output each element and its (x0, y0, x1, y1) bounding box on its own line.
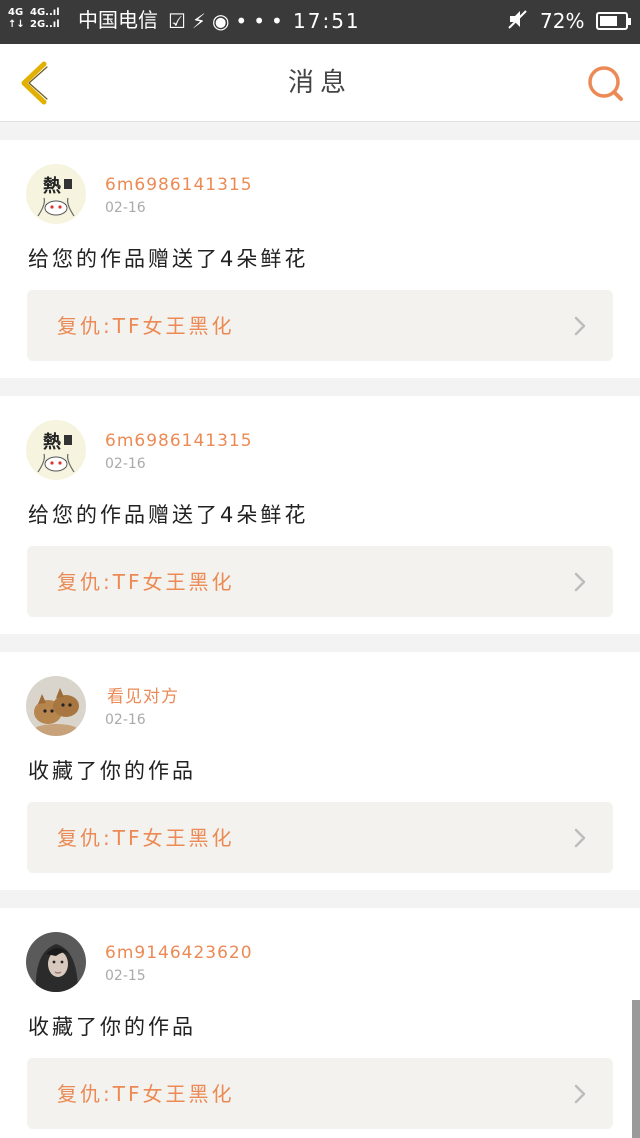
network-indicator-left: 4G ↑↓ (8, 7, 25, 31)
work-title: 复仇:TF女王黑化 (57, 1082, 235, 1106)
chevron-right-icon (574, 316, 586, 336)
work-link-button[interactable]: 复仇:TF女王黑化 (27, 290, 613, 361)
message-date: 02-16 (105, 712, 146, 728)
message-text: 给您的作品赠送了4朵鲜花 (28, 247, 309, 271)
username[interactable]: 6m6986141315 (105, 174, 253, 196)
page-title: 消息 (287, 68, 352, 98)
svg-text:熱: 熱 (43, 175, 61, 197)
search-button[interactable] (584, 62, 628, 106)
work-link-button[interactable]: 复仇:TF女王黑化 (27, 802, 613, 873)
chevron-right-icon (574, 1084, 586, 1104)
username[interactable]: 6m6986141315 (105, 430, 253, 452)
scrollbar[interactable] (632, 1000, 640, 1138)
work-title: 复仇:TF女王黑化 (57, 826, 235, 850)
search-icon (588, 66, 623, 101)
work-title: 复仇:TF女王黑化 (57, 314, 235, 338)
notification-icons: ☑⚡◉••• (168, 9, 289, 33)
chevron-right-icon (574, 572, 586, 592)
work-link-button[interactable]: 复仇:TF女王黑化 (27, 1058, 613, 1129)
svg-text:熱: 熱 (43, 431, 61, 453)
message-text: 收藏了你的作品 (28, 1015, 196, 1039)
battery-percent: 72% (540, 9, 585, 33)
signal-4g-label: 4G..ıl (30, 7, 60, 18)
mute-icon (506, 8, 528, 36)
username[interactable]: 6m9146423620 (105, 942, 253, 964)
work-link-button[interactable]: 复仇:TF女王黑化 (27, 546, 613, 617)
message-date: 02-16 (105, 200, 146, 216)
battery-icon (596, 12, 631, 30)
message-text: 收藏了你的作品 (28, 759, 196, 783)
message-date: 02-16 (105, 456, 146, 472)
network-type-label: 4G (8, 7, 24, 18)
notification-card: 熱 6m6986141315 02-16 给您的作品赠送了4朵鲜花 复仇:TF女… (0, 396, 640, 634)
notification-card: 熱 6m6986141315 02-16 给您的作品赠送了4朵鲜花 复仇:TF女… (0, 140, 640, 378)
message-text: 给您的作品赠送了4朵鲜花 (28, 503, 309, 527)
username[interactable]: 看见对方 (107, 686, 179, 708)
navigation-bar: 消息 (0, 44, 640, 122)
carrier-name: 中国电信 (78, 8, 158, 32)
girl-photo-avatar-icon[interactable] (26, 932, 86, 992)
status-bar: 4G ↑↓ 4G..ıl 2G..ıl 中国电信 ☑⚡◉••• 17:51 72… (0, 0, 640, 44)
notification-card: 看见对方 02-16 收藏了你的作品 复仇:TF女王黑化 (0, 652, 640, 890)
network-indicator-right: 4G..ıl 2G..ıl (30, 7, 60, 31)
message-date: 02-15 (105, 968, 146, 984)
kittens-photo-avatar-icon[interactable] (26, 676, 86, 736)
cartoon-hot-avatar-icon[interactable]: 熱 (26, 420, 86, 480)
notification-card: 6m9146423620 02-15 收藏了你的作品 复仇:TF女王黑化 (0, 908, 640, 1138)
work-title: 复仇:TF女王黑化 (57, 570, 235, 594)
signal-2g-label: 2G..ıl (30, 19, 60, 30)
network-activity-label: ↑↓ (8, 19, 25, 30)
cartoon-hot-avatar-icon[interactable]: 熱 (26, 164, 86, 224)
chevron-right-icon (574, 828, 586, 848)
status-time: 17:51 (293, 9, 361, 33)
